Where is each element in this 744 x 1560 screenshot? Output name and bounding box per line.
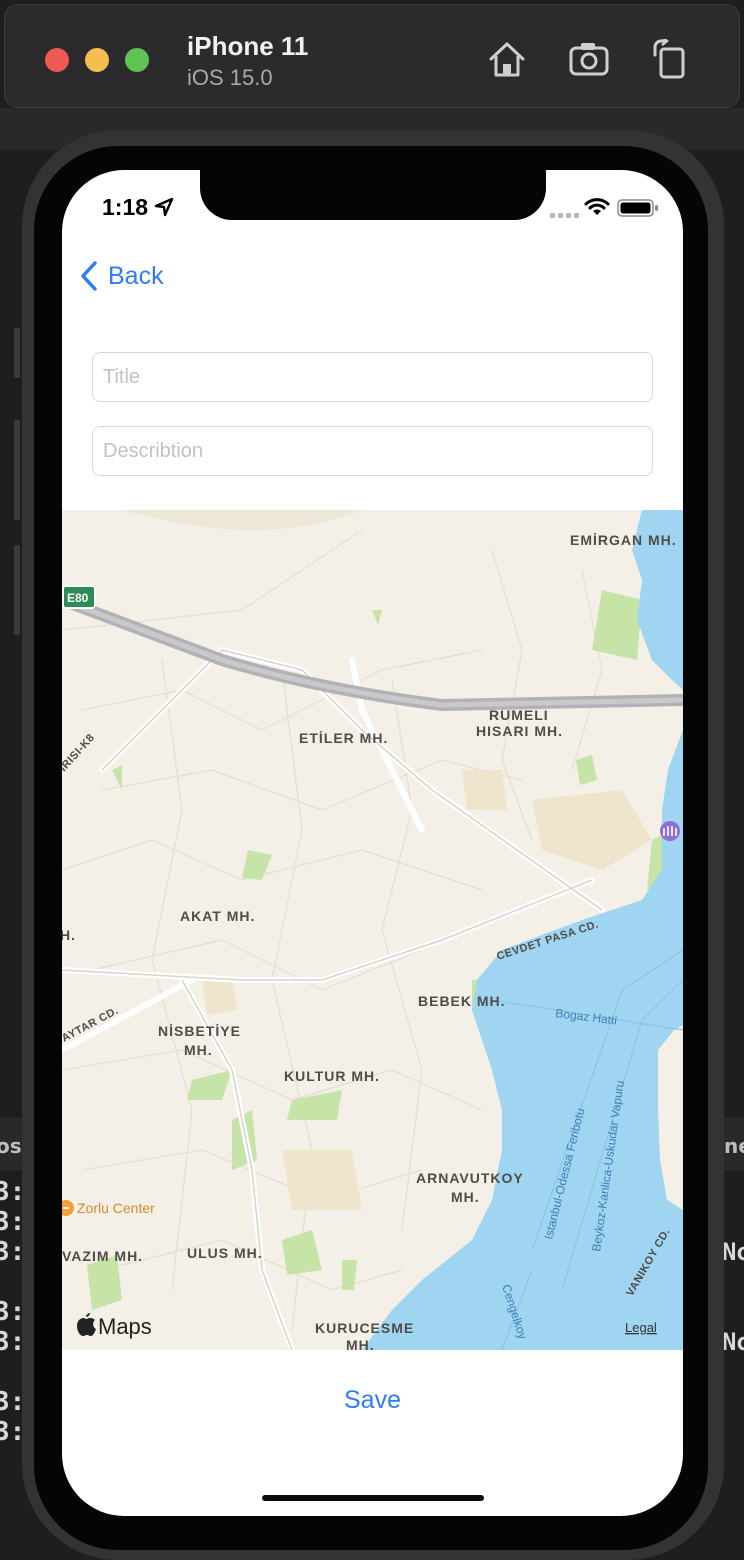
map-label: MH.: [184, 1042, 213, 1058]
save-button[interactable]: Save: [62, 1350, 683, 1450]
map-label: H.: [62, 927, 76, 943]
map-label: EMİRGAN MH.: [570, 532, 677, 548]
ide-gutter-mark: [14, 420, 20, 520]
landmark-icon: [660, 821, 680, 841]
ide-gutter-mark: [14, 545, 20, 635]
ide-fragment: ne: [724, 1134, 744, 1158]
map-label: NİSBETİYE: [158, 1023, 241, 1039]
rotate-icon[interactable]: [647, 39, 691, 79]
notch: [200, 170, 546, 220]
map-label: RUMELI: [489, 707, 549, 723]
simulator-titlebar: iPhone 11 iOS 15.0: [4, 4, 740, 108]
map-canvas: EMİRGAN MH. ETİLER MH. RUMELI HISARI MH.…: [62, 510, 683, 1350]
map-label: VAZIM MH.: [62, 1248, 143, 1264]
map-view[interactable]: EMİRGAN MH. ETİLER MH. RUMELI HISARI MH.…: [62, 510, 683, 1350]
cellular-signal-icon: [550, 213, 579, 218]
home-indicator: [262, 1495, 484, 1501]
highway-shield: E80: [62, 585, 96, 609]
maps-attribution-label: Maps: [98, 1314, 152, 1339]
device-name: iPhone 11: [187, 31, 309, 61]
map-label: KULTUR MH.: [284, 1068, 380, 1084]
minimize-window-button[interactable]: [85, 48, 109, 72]
ide-code-line: No: [722, 1328, 744, 1356]
legal-link[interactable]: Legal: [625, 1320, 657, 1335]
home-icon[interactable]: [485, 39, 529, 79]
ide-fragment: os: [0, 1134, 22, 1158]
chevron-left-icon: [81, 261, 97, 291]
map-label: ETİLER MH.: [299, 730, 388, 746]
map-label: MH.: [451, 1189, 480, 1205]
close-window-button[interactable]: [45, 48, 69, 72]
os-version: iOS 15.0: [187, 65, 273, 90]
description-field[interactable]: [92, 426, 653, 476]
location-arrow-icon: [154, 197, 174, 217]
phone-screen: 1:18 Back Title Describtion EMİRGAN MH. …: [62, 170, 683, 1516]
map-label: KURUCESME: [315, 1320, 414, 1336]
battery-icon: [617, 199, 658, 217]
poi-label: Zorlu Center: [77, 1200, 155, 1216]
zoom-window-button[interactable]: [125, 48, 149, 72]
title-field[interactable]: [92, 352, 653, 402]
map-label: HISARI MH.: [476, 723, 563, 739]
back-button[interactable]: Back: [80, 258, 164, 294]
ide-gutter-mark: [14, 328, 20, 378]
map-label: AKAT MH.: [180, 908, 255, 924]
map-label: ARNAVUTKOY: [416, 1170, 524, 1186]
status-time: 1:18: [102, 194, 149, 220]
back-label: Back: [108, 261, 164, 290]
ide-code-line: No: [722, 1238, 744, 1266]
wifi-icon: [584, 198, 610, 215]
map-label: BEBEK MH.: [418, 993, 506, 1009]
map-label: ULUS MH.: [187, 1245, 263, 1261]
screenshot-icon[interactable]: [567, 39, 611, 79]
highway-shield-label: E80: [67, 591, 89, 605]
map-label: MH.: [346, 1337, 375, 1350]
